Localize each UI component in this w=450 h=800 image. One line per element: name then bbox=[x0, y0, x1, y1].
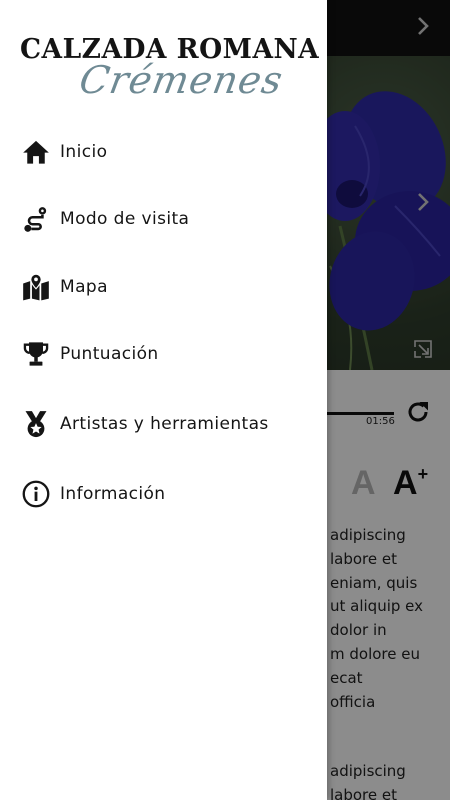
menu-item-modo-de-visita[interactable]: Modo de visita bbox=[0, 193, 327, 245]
menu-item-label: Modo de visita bbox=[60, 209, 190, 229]
home-icon bbox=[22, 138, 50, 166]
trophy-icon bbox=[22, 340, 50, 368]
navigation-drawer: CALZADA ROMANA Crémenes Inicio Modo de v… bbox=[0, 0, 327, 800]
menu-item-label: Inicio bbox=[60, 142, 108, 162]
menu-item-label: Información bbox=[60, 484, 166, 504]
menu-item-informacion[interactable]: Información bbox=[0, 468, 327, 520]
menu-item-artistas-y-herramientas[interactable]: Artistas y herramientas bbox=[0, 398, 327, 450]
menu-item-label: Puntuación bbox=[60, 344, 159, 364]
menu-item-label: Mapa bbox=[60, 277, 108, 297]
menu-item-label: Artistas y herramientas bbox=[60, 414, 269, 434]
map-pin-icon bbox=[22, 273, 50, 301]
menu-item-puntuacion[interactable]: Puntuación bbox=[0, 328, 327, 380]
medal-icon bbox=[22, 410, 50, 438]
logo-script: Crémenes bbox=[76, 58, 287, 102]
app-logo: CALZADA ROMANA Crémenes bbox=[20, 34, 319, 114]
menu-item-inicio[interactable]: Inicio bbox=[0, 126, 327, 178]
info-icon bbox=[22, 480, 50, 508]
route-icon bbox=[22, 205, 50, 233]
menu-item-mapa[interactable]: Mapa bbox=[0, 261, 327, 313]
